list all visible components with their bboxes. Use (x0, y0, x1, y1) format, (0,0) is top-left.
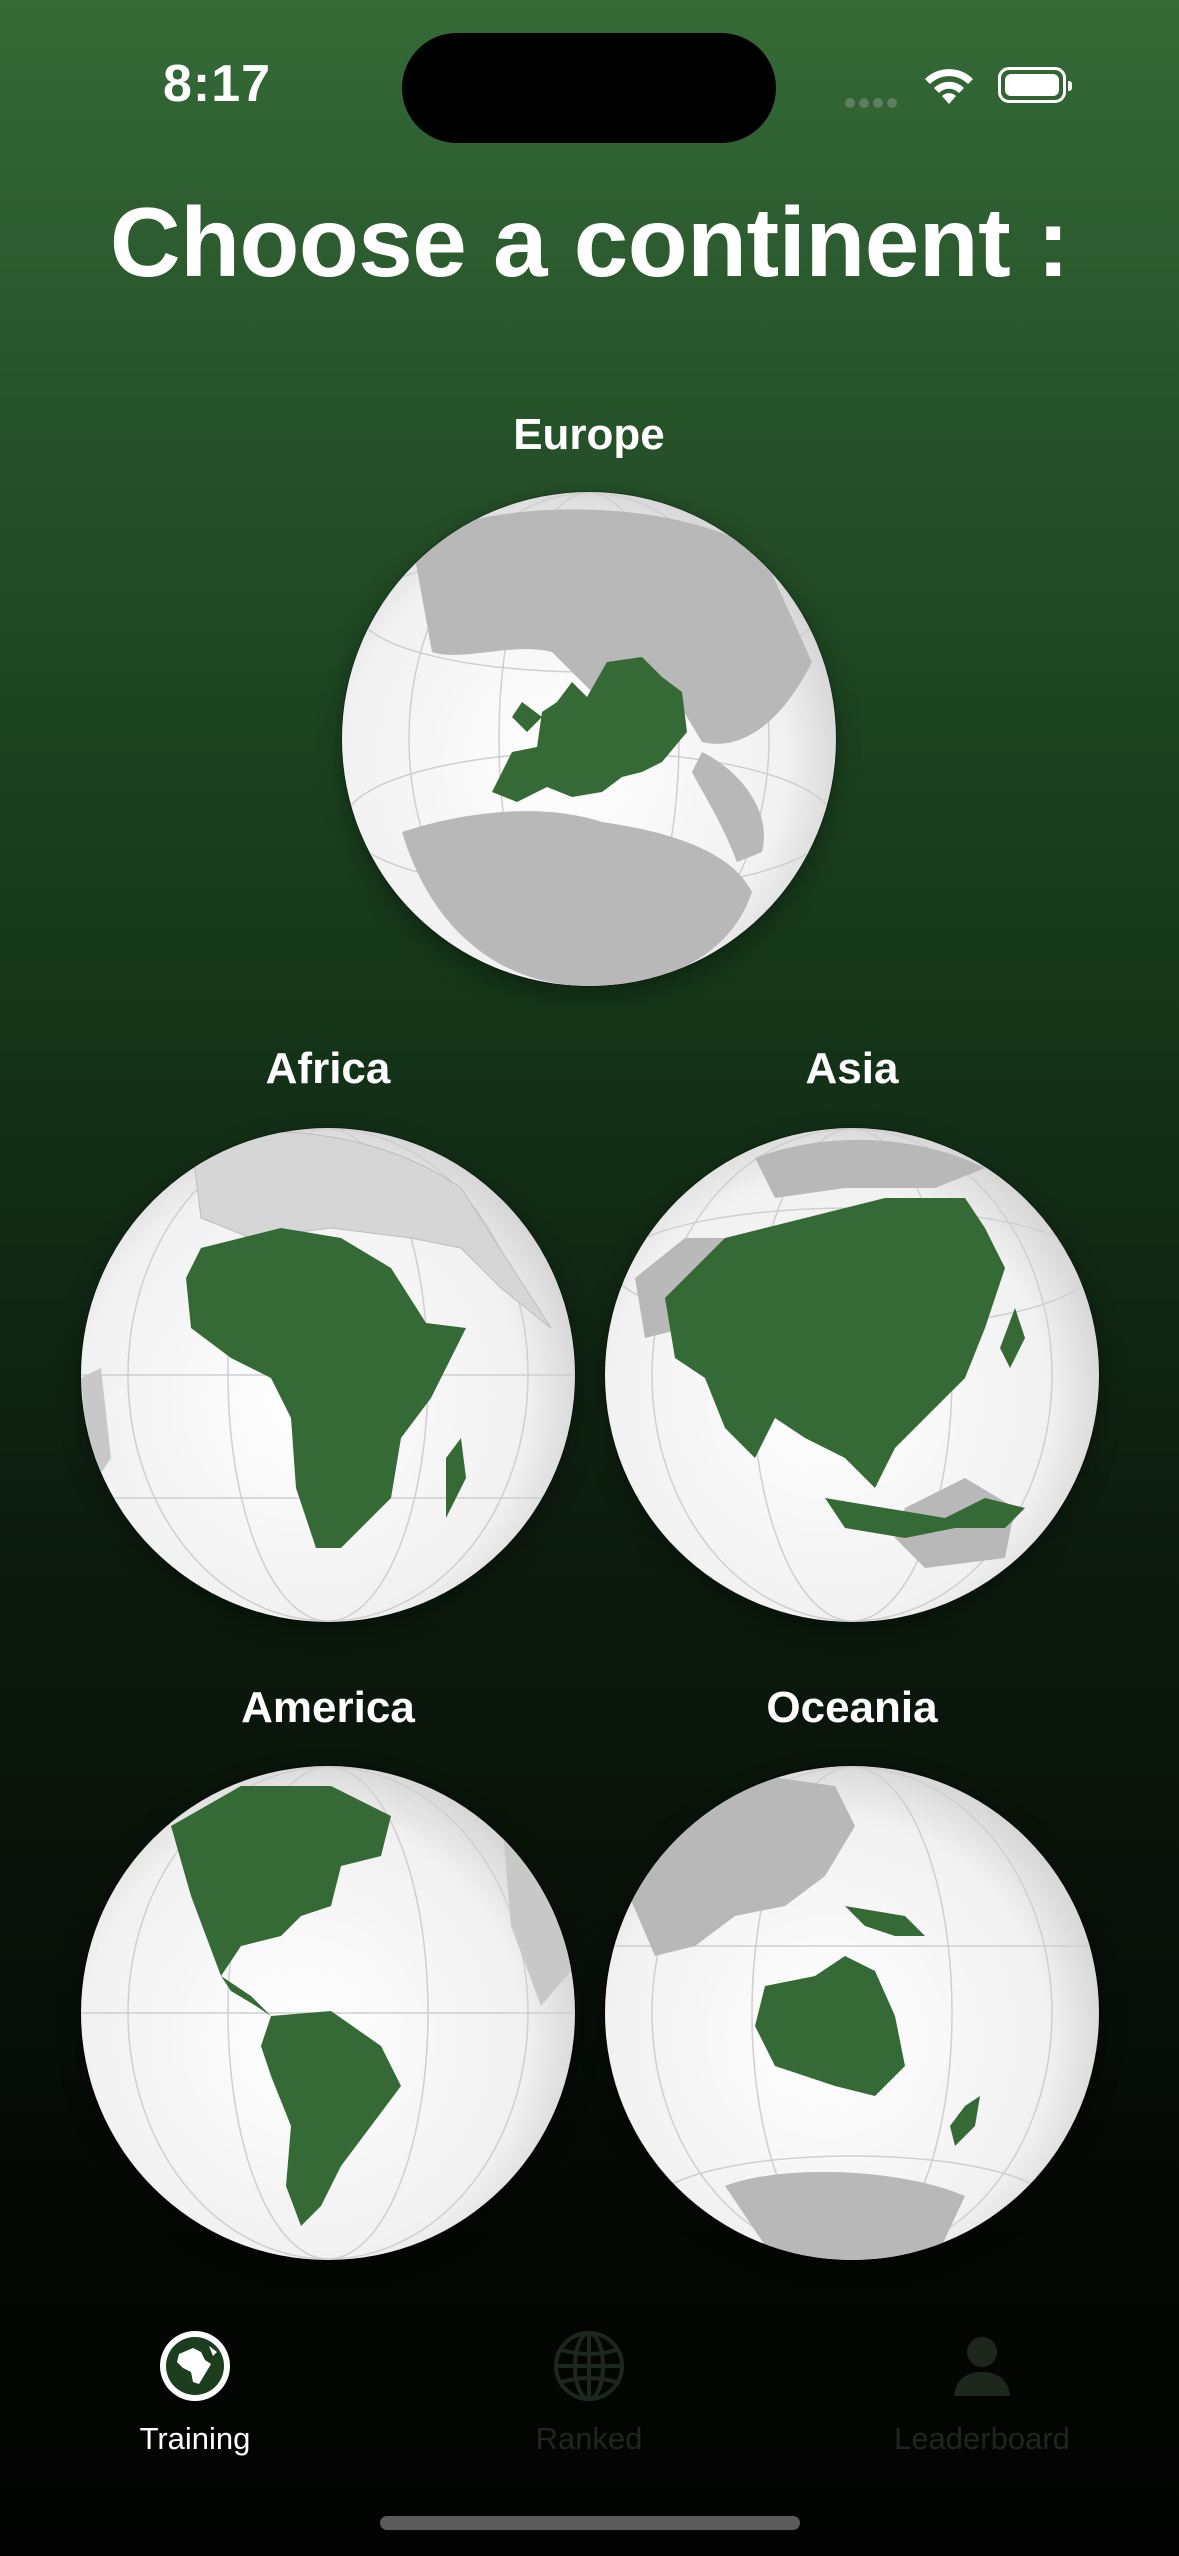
continent-label-america: America (241, 1683, 415, 1732)
tab-training[interactable]: Training (45, 2328, 345, 2457)
home-indicator[interactable] (380, 2516, 800, 2530)
america-globe-icon (81, 1766, 575, 2260)
africa-globe-icon (81, 1128, 575, 1622)
battery-icon (998, 67, 1072, 103)
tab-label-leaderboard: Leaderboard (894, 2421, 1070, 2456)
continent-label-africa: Africa (265, 1044, 391, 1093)
person-icon (954, 2337, 1010, 2396)
europe-globe-icon (342, 492, 836, 986)
dynamic-island (402, 33, 776, 143)
page-title: Choose a continent : (109, 187, 1070, 297)
globe-grid-icon (554, 2331, 624, 2401)
europe-globe-button[interactable] (342, 492, 836, 986)
asia-globe-icon (605, 1128, 1099, 1622)
tab-leaderboard[interactable]: Leaderboard (832, 2328, 1132, 2457)
wifi-icon (925, 69, 973, 104)
status-time: 8:17 (163, 55, 272, 113)
status-bar: 8:17 (0, 0, 1179, 150)
cellular-signal-icon (845, 95, 901, 113)
america-globe-button[interactable] (81, 1766, 575, 2260)
continent-label-europe: Europe (513, 410, 665, 459)
continent-label-asia: Asia (805, 1044, 899, 1093)
tab-label-ranked: Ranked (535, 2421, 643, 2456)
globe-africa-icon (160, 2331, 230, 2401)
tab-ranked[interactable]: Ranked (439, 2328, 739, 2457)
africa-globe-button[interactable] (81, 1128, 575, 1622)
oceania-globe-icon (605, 1766, 1099, 2260)
continent-label-oceania: Oceania (766, 1683, 938, 1732)
oceania-globe-button[interactable] (605, 1766, 1099, 2260)
tab-label-training: Training (139, 2421, 251, 2456)
asia-globe-button[interactable] (605, 1128, 1099, 1622)
